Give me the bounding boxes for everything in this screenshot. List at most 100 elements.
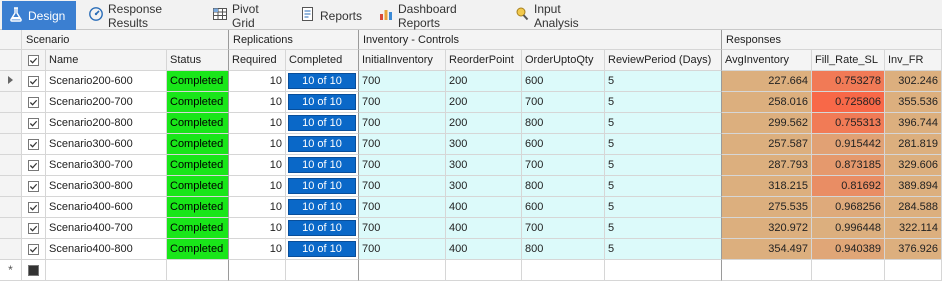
inv-fr-cell[interactable]: 389.894	[885, 176, 942, 197]
status-cell[interactable]: Completed	[167, 71, 229, 92]
order-upto-qty-cell[interactable]: 700	[522, 92, 605, 113]
review-period-cell[interactable]: 5	[605, 92, 722, 113]
required-cell[interactable]: 10	[229, 197, 286, 218]
row-checkbox[interactable]	[22, 176, 46, 197]
table-row[interactable]: Scenario200-600 Completed 10 10 of 10 700 200…	[0, 71, 942, 92]
status-cell[interactable]: Completed	[167, 113, 229, 134]
order-upto-qty-cell[interactable]: 800	[522, 176, 605, 197]
row-checkbox[interactable]	[22, 239, 46, 260]
reorder-point-cell[interactable]: 400	[446, 218, 522, 239]
avg-inventory-cell[interactable]: 257.587	[722, 134, 812, 155]
initial-inventory-cell[interactable]: 700	[359, 218, 446, 239]
review-period-cell[interactable]: 5	[605, 239, 722, 260]
status-cell[interactable]: Completed	[167, 176, 229, 197]
reorder-point-cell[interactable]: 200	[446, 71, 522, 92]
scenario-name-cell[interactable]: Scenario200-600	[46, 71, 167, 92]
table-row[interactable]: Scenario400-600 Completed 10 10 of 10 700 400…	[0, 197, 942, 218]
row-indicator[interactable]	[0, 71, 22, 92]
initial-inventory-cell[interactable]: 700	[359, 239, 446, 260]
required-cell[interactable]: 10	[229, 239, 286, 260]
required-cell[interactable]: 10	[229, 71, 286, 92]
status-cell[interactable]: Completed	[167, 239, 229, 260]
order-upto-qty-cell[interactable]: 600	[522, 197, 605, 218]
initial-inventory-cell[interactable]: 700	[359, 113, 446, 134]
reorder-point-cell[interactable]: 300	[446, 134, 522, 155]
inv-fr-cell[interactable]: 302.246	[885, 71, 942, 92]
avg-inventory-cell[interactable]: 258.016	[722, 92, 812, 113]
scenario-name-cell[interactable]: Scenario300-600	[46, 134, 167, 155]
required-cell[interactable]: 10	[229, 92, 286, 113]
order-upto-qty-cell[interactable]: 600	[522, 134, 605, 155]
tab-input-analysis[interactable]: Input Analysis	[508, 2, 608, 30]
row-indicator[interactable]	[0, 92, 22, 113]
tab-design[interactable]: Design	[2, 1, 76, 30]
required-cell[interactable]: 10	[229, 113, 286, 134]
avg-inventory-cell[interactable]: 275.535	[722, 197, 812, 218]
row-indicator[interactable]	[0, 239, 22, 260]
inv-fr-cell[interactable]: 355.536	[885, 92, 942, 113]
fill-rate-sl-cell[interactable]: 0.81692	[812, 176, 885, 197]
required-cell[interactable]: 10	[229, 176, 286, 197]
scenario-name-cell[interactable]: Scenario400-800	[46, 239, 167, 260]
scenario-name-cell[interactable]: Scenario300-800	[46, 176, 167, 197]
initial-inventory-cell[interactable]: 700	[359, 134, 446, 155]
required-cell[interactable]: 10	[229, 155, 286, 176]
row-checkbox[interactable]	[22, 113, 46, 134]
table-row[interactable]: Scenario400-800 Completed 10 10 of 10 700 400…	[0, 239, 942, 260]
order-upto-qty-cell[interactable]: 700	[522, 155, 605, 176]
order-upto-qty-cell[interactable]: 700	[522, 218, 605, 239]
tab-dashboard-reports[interactable]: Dashboard Reports	[372, 2, 500, 30]
avg-inventory-cell[interactable]: 318.215	[722, 176, 812, 197]
order-upto-qty-cell[interactable]: 800	[522, 113, 605, 134]
inv-fr-cell[interactable]: 322.114	[885, 218, 942, 239]
completed-cell[interactable]: 10 of 10	[286, 176, 359, 197]
fill-rate-sl-cell[interactable]: 0.968256	[812, 197, 885, 218]
status-cell[interactable]: Completed	[167, 134, 229, 155]
tab-pivot-grid[interactable]: Pivot Grid	[206, 2, 288, 30]
avg-inventory-cell[interactable]: 227.664	[722, 71, 812, 92]
column-header-completed[interactable]: Completed	[286, 50, 359, 71]
completed-cell[interactable]: 10 of 10	[286, 113, 359, 134]
scenario-name-cell[interactable]: Scenario200-700	[46, 92, 167, 113]
order-upto-qty-cell[interactable]: 600	[522, 71, 605, 92]
column-header-initial-inventory[interactable]: InitialInventory	[359, 50, 446, 71]
column-header-name[interactable]: Name	[46, 50, 167, 71]
row-indicator[interactable]	[0, 113, 22, 134]
completed-cell[interactable]: 10 of 10	[286, 92, 359, 113]
scenario-name-cell[interactable]: Scenario400-700	[46, 218, 167, 239]
review-period-cell[interactable]: 5	[605, 113, 722, 134]
review-period-cell[interactable]: 5	[605, 71, 722, 92]
completed-cell[interactable]: 10 of 10	[286, 218, 359, 239]
avg-inventory-cell[interactable]: 299.562	[722, 113, 812, 134]
fill-rate-sl-cell[interactable]: 0.755313	[812, 113, 885, 134]
review-period-cell[interactable]: 5	[605, 197, 722, 218]
initial-inventory-cell[interactable]: 700	[359, 155, 446, 176]
table-row[interactable]: Scenario200-700 Completed 10 10 of 10 700 200…	[0, 92, 942, 113]
column-header-avg-inventory[interactable]: AvgInventory	[722, 50, 812, 71]
status-cell[interactable]: Completed	[167, 155, 229, 176]
table-row[interactable]: Scenario300-700 Completed 10 10 of 10 700 300…	[0, 155, 942, 176]
row-checkbox[interactable]	[22, 218, 46, 239]
column-header-inv-fr[interactable]: Inv_FR	[885, 50, 942, 71]
review-period-cell[interactable]: 5	[605, 155, 722, 176]
status-cell[interactable]: Completed	[167, 197, 229, 218]
completed-cell[interactable]: 10 of 10	[286, 134, 359, 155]
avg-inventory-cell[interactable]: 320.972	[722, 218, 812, 239]
initial-inventory-cell[interactable]: 700	[359, 92, 446, 113]
reorder-point-cell[interactable]: 300	[446, 176, 522, 197]
row-checkbox[interactable]	[22, 71, 46, 92]
column-header-fill-rate-sl[interactable]: Fill_Rate_SL	[812, 50, 885, 71]
required-cell[interactable]: 10	[229, 218, 286, 239]
reorder-point-cell[interactable]: 200	[446, 92, 522, 113]
row-checkbox[interactable]	[22, 92, 46, 113]
row-checkbox[interactable]	[22, 134, 46, 155]
scenario-name-cell[interactable]: Scenario400-600	[46, 197, 167, 218]
scenario-name-cell[interactable]: Scenario200-800	[46, 113, 167, 134]
completed-cell[interactable]: 10 of 10	[286, 239, 359, 260]
status-cell[interactable]: Completed	[167, 92, 229, 113]
avg-inventory-cell[interactable]: 287.793	[722, 155, 812, 176]
table-row[interactable]: Scenario400-700 Completed 10 10 of 10 700 400…	[0, 218, 942, 239]
completed-cell[interactable]: 10 of 10	[286, 71, 359, 92]
column-header-order-upto-qty[interactable]: OrderUptoQty	[522, 50, 605, 71]
fill-rate-sl-cell[interactable]: 0.915442	[812, 134, 885, 155]
